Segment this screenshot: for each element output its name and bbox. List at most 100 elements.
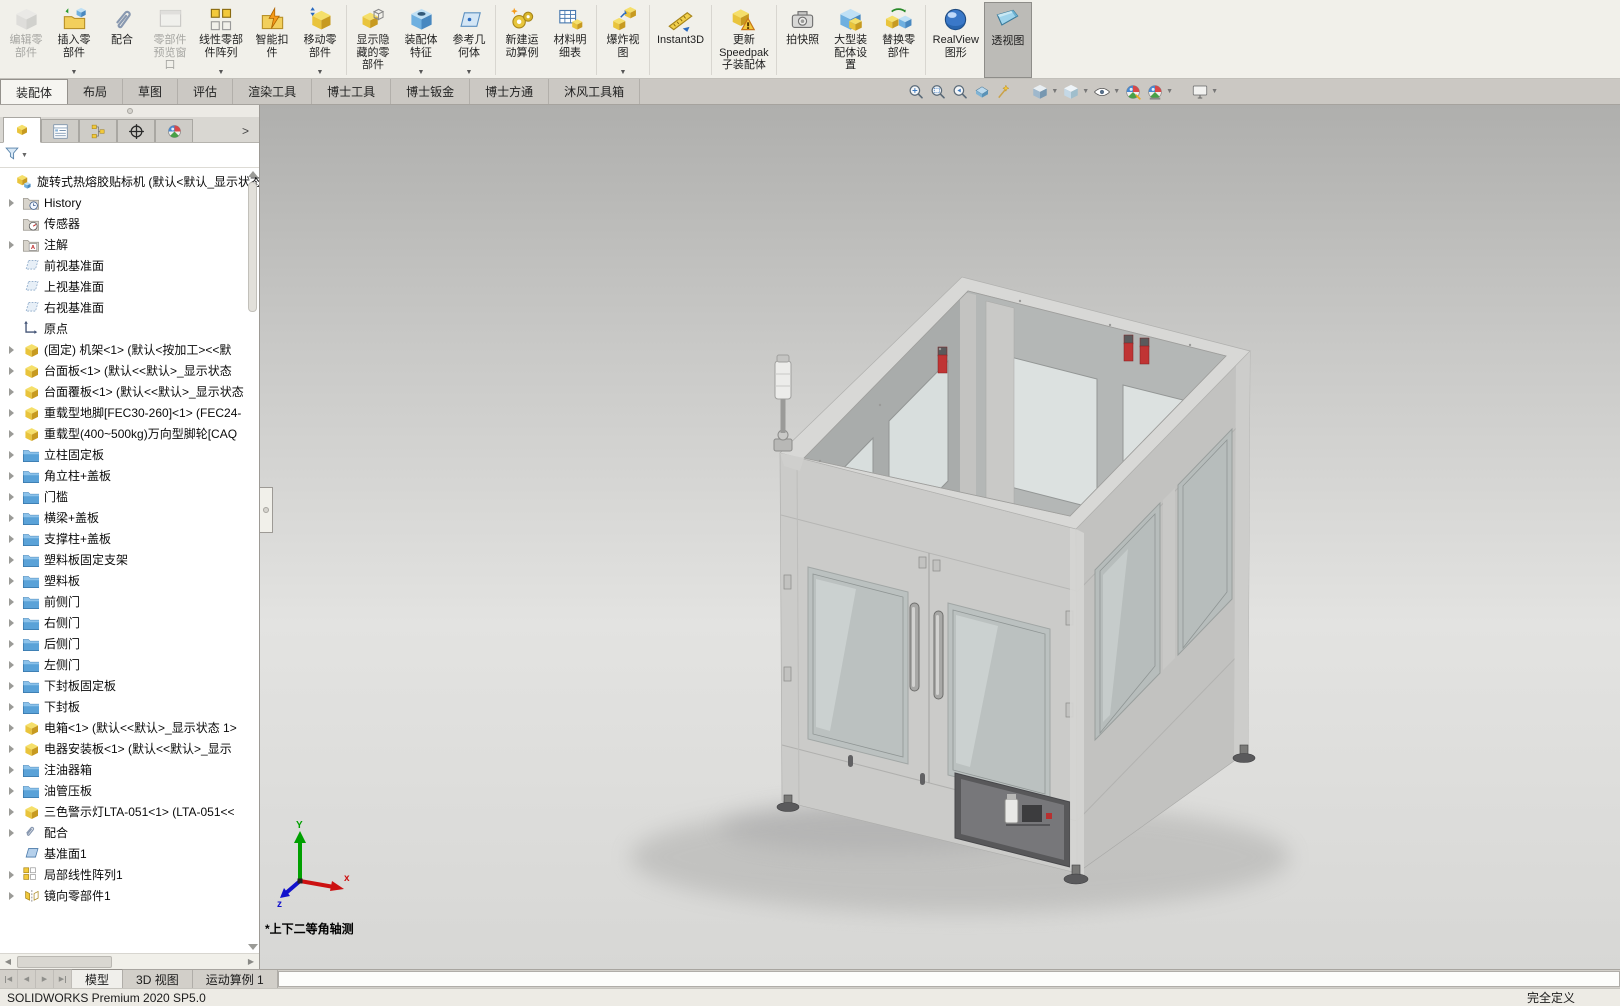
mate-button[interactable]: 配合 <box>98 2 146 78</box>
filter-dropdown-caret[interactable]: ▼ <box>21 152 28 159</box>
first-study-button[interactable]: ◀ <box>0 970 18 988</box>
command-tab-博士钣金[interactable]: 博士钣金 <box>391 79 471 104</box>
apply-scene-icon[interactable] <box>1144 82 1166 102</box>
dropdown-caret-icon[interactable]: ▼ <box>418 69 425 77</box>
command-tab-评估[interactable]: 评估 <box>178 79 234 104</box>
tree-item[interactable]: 支撑柱+盖板 <box>0 528 259 549</box>
expand-arrow-icon[interactable] <box>9 366 22 375</box>
panel-tab-configurations[interactable] <box>79 119 117 142</box>
insert-component-button[interactable]: 插入零 部件 ▼ <box>50 2 98 78</box>
large-assembly-button[interactable]: 大型装 配体设 置 <box>827 2 875 78</box>
tree-filter-bar[interactable]: ▼ <box>0 143 259 168</box>
smart-fasteners-button[interactable]: 智能扣 件 <box>248 2 296 78</box>
command-tab-布局[interactable]: 布局 <box>68 79 124 104</box>
tree-horizontal-scrollbar[interactable]: ◀ ▶ <box>0 953 259 969</box>
scroll-thumb[interactable] <box>248 182 257 312</box>
dropdown-caret-icon[interactable]: ▼ <box>466 69 473 77</box>
tree-item[interactable]: 台面覆板<1> (默认<<默认>_显示状态 <box>0 381 259 402</box>
command-tab-草图[interactable]: 草图 <box>123 79 179 104</box>
study-tab-模型[interactable]: 模型 <box>72 969 124 988</box>
tree-item[interactable]: 重载型(400~500kg)万向型脚轮[CAQ <box>0 423 259 444</box>
expand-arrow-icon[interactable] <box>9 786 22 795</box>
study-tab-运动算例 1[interactable]: 运动算例 1 <box>193 970 278 988</box>
expand-arrow-icon[interactable] <box>9 198 22 207</box>
tree-item[interactable]: History <box>0 192 259 213</box>
expand-arrow-icon[interactable] <box>9 345 22 354</box>
expand-arrow-icon[interactable] <box>9 744 22 753</box>
edit-appearance-icon[interactable] <box>1122 82 1144 102</box>
dropdown-caret-icon[interactable]: ▼ <box>1113 88 1120 95</box>
tree-item[interactable]: 角立柱+盖板 <box>0 465 259 486</box>
dropdown-caret-icon[interactable]: ▼ <box>620 69 627 77</box>
realview-button[interactable]: RealView 图形 <box>928 2 984 78</box>
expand-arrow-icon[interactable] <box>9 450 22 459</box>
tree-item[interactable]: 立柱固定板 <box>0 444 259 465</box>
linear-pattern-button[interactable]: 线性零部 件阵列 ▼ <box>194 2 248 78</box>
panel-resize-handle[interactable] <box>0 105 259 117</box>
tree-item[interactable]: 配合 <box>0 822 259 843</box>
panel-tab-appearances[interactable] <box>155 119 193 142</box>
previous-study-button[interactable]: ◀ <box>18 970 36 988</box>
command-tab-博士方通[interactable]: 博士方通 <box>470 79 550 104</box>
dropdown-caret-icon[interactable]: ▼ <box>317 69 324 77</box>
tree-item[interactable]: 塑料板固定支架 <box>0 549 259 570</box>
tree-item[interactable]: 旋转式热熔胶贴标机 (默认<默认_显示状态 <box>0 171 259 192</box>
expand-arrow-icon[interactable] <box>9 870 22 879</box>
panel-tab-featuremanager[interactable] <box>3 117 41 143</box>
expand-arrow-icon[interactable] <box>9 240 22 249</box>
command-tab-沐风工具箱[interactable]: 沐风工具箱 <box>549 79 641 104</box>
tree-item[interactable]: 右侧门 <box>0 612 259 633</box>
graphics-area[interactable]: Y x z *上下二等角轴测 <box>260 105 1620 969</box>
tree-item[interactable]: 电器安装板<1> (默认<<默认>_显示 <box>0 738 259 759</box>
tree-item[interactable]: 门槛 <box>0 486 259 507</box>
tree-item[interactable]: 左侧门 <box>0 654 259 675</box>
last-study-button[interactable]: ▶ <box>54 970 72 988</box>
scroll-left-arrow[interactable]: ◀ <box>0 957 16 966</box>
expand-arrow-icon[interactable] <box>9 723 22 732</box>
expand-arrow-icon[interactable] <box>9 702 22 711</box>
tree-item[interactable]: A 注解 <box>0 234 259 255</box>
display-style-icon[interactable] <box>1060 82 1082 102</box>
expand-arrow-icon[interactable] <box>9 807 22 816</box>
next-study-button[interactable]: ▶ <box>36 970 54 988</box>
panel-tab-propertymanager[interactable] <box>41 119 79 142</box>
tree-item[interactable]: 后侧门 <box>0 633 259 654</box>
tree-item[interactable]: 传感器 <box>0 213 259 234</box>
tree-item[interactable]: 电箱<1> (默认<<默认>_显示状态 1> <box>0 717 259 738</box>
panel-expand-arrow[interactable]: > <box>242 124 256 142</box>
tree-item[interactable]: 镜向零部件1 <box>0 885 259 906</box>
instant3d-button[interactable]: Instant3D <box>652 2 709 78</box>
view-orientation-icon[interactable] <box>1029 82 1051 102</box>
expand-arrow-icon[interactable] <box>9 492 22 501</box>
dropdown-caret-icon[interactable]: ▼ <box>218 69 225 77</box>
tree-item[interactable]: 油管压板 <box>0 780 259 801</box>
dropdown-caret-icon[interactable]: ▼ <box>1166 88 1173 95</box>
expand-arrow-icon[interactable] <box>9 555 22 564</box>
command-tab-渲染工具[interactable]: 渲染工具 <box>233 79 313 104</box>
tree-item[interactable]: 右视基准面 <box>0 297 259 318</box>
scroll-thumb[interactable] <box>17 955 112 968</box>
previous-view-icon[interactable] <box>949 82 971 102</box>
tree-item[interactable]: 台面板<1> (默认<<默认>_显示状态 <box>0 360 259 381</box>
expand-arrow-icon[interactable] <box>9 891 22 900</box>
section-view-icon[interactable] <box>971 82 993 102</box>
zoom-area-icon[interactable] <box>927 82 949 102</box>
expand-arrow-icon[interactable] <box>9 618 22 627</box>
assembly-features-button[interactable]: 装配体 特征 ▼ <box>397 2 445 78</box>
annotations-wand-icon[interactable] <box>993 82 1015 102</box>
expand-arrow-icon[interactable] <box>9 534 22 543</box>
expand-arrow-icon[interactable] <box>9 828 22 837</box>
tree-item[interactable]: 塑料板 <box>0 570 259 591</box>
expand-arrow-icon[interactable] <box>9 513 22 522</box>
tree-item[interactable]: 三色警示灯LTA-051<1> (LTA-051<< <box>0 801 259 822</box>
command-tab-装配体[interactable]: 装配体 <box>0 79 69 104</box>
filter-funnel-icon[interactable] <box>4 145 20 166</box>
study-tab-3D 视图[interactable]: 3D 视图 <box>123 970 193 988</box>
panel-tab-dimxpert[interactable] <box>117 119 155 142</box>
show-hidden-button[interactable]: 显示隐 藏的零 部件 <box>349 2 397 78</box>
move-component-button[interactable]: 移动零 部件 ▼ <box>296 2 344 78</box>
tree-item[interactable]: 原点 <box>0 318 259 339</box>
update-speedpak-button[interactable]: 更新 Speedpak 子装配体 <box>714 2 774 78</box>
dropdown-caret-icon[interactable]: ▼ <box>1051 88 1058 95</box>
motion-study-button[interactable]: 新建运 动算例 <box>498 2 546 78</box>
